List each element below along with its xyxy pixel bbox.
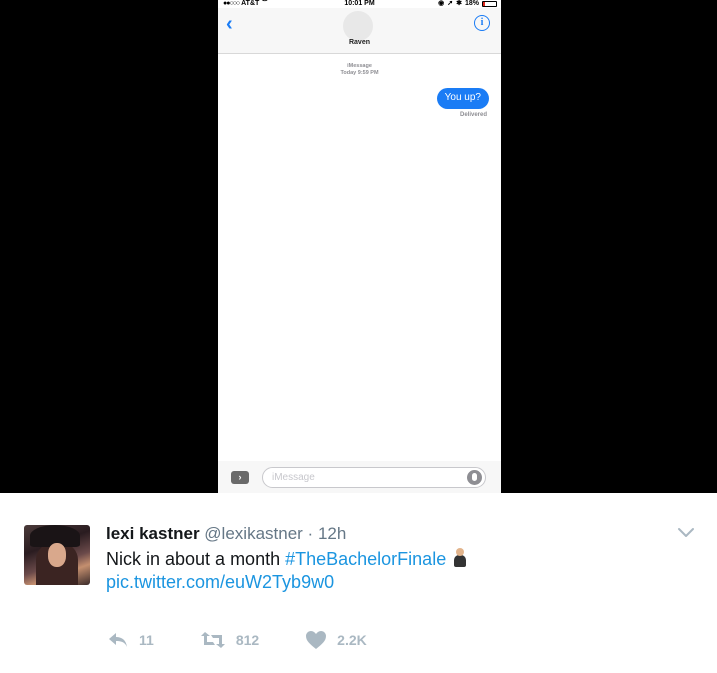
contact-name[interactable]: Raven	[218, 39, 501, 46]
status-right: ◉ ➚ ✱ 18%	[438, 0, 497, 8]
tweet-header: lexi kastner @lexikastner · 12h	[106, 523, 346, 545]
hashtag-link[interactable]: #TheBachelorFinale	[285, 549, 446, 569]
reply-count: 11	[139, 632, 154, 648]
heart-icon	[306, 631, 327, 649]
microphone-icon[interactable]	[467, 470, 482, 485]
display-name[interactable]: lexi kastner	[106, 524, 200, 543]
reply-icon	[109, 633, 127, 647]
location-icon: ➚	[447, 0, 454, 7]
avatar[interactable]	[24, 525, 90, 585]
tweet: lexi kastner @lexikastner · 12h Nick in …	[0, 493, 717, 673]
back-chevron-icon[interactable]: ‹	[226, 14, 240, 34]
retweet-icon	[200, 632, 225, 648]
man-in-suit-emoji-icon	[453, 548, 467, 568]
contact-avatar[interactable]	[343, 11, 373, 41]
retweet-button[interactable]: 812	[200, 631, 259, 649]
delivery-status: Delivered	[459, 112, 487, 118]
tweet-actions: 11 812 2.2K	[107, 629, 413, 651]
media-link[interactable]: pic.twitter.com/euW2Tyb9w0	[106, 572, 334, 592]
battery-icon	[482, 1, 497, 7]
user-handle[interactable]: @lexikastner	[204, 524, 303, 543]
battery-level	[483, 2, 486, 6]
phone-screenshot: ●●○○○ AT&T ︶ 10:01 PM ◉ ➚ ✱ 18% ‹ Raven …	[218, 0, 501, 493]
like-button[interactable]: 2.2K	[305, 630, 367, 650]
retweet-count: 812	[235, 632, 260, 648]
tweet-time[interactable]: 12h	[318, 524, 346, 543]
message-input[interactable]: iMessage	[262, 467, 486, 488]
app-drawer-button[interactable]: ›	[231, 471, 249, 484]
tweet-media[interactable]: ●●○○○ AT&T ︶ 10:01 PM ◉ ➚ ✱ 18% ‹ Raven …	[0, 0, 717, 493]
like-count: 2.2K	[337, 632, 367, 648]
service-name: iMessage	[347, 63, 372, 69]
conversation-header: ‹ Raven i	[218, 8, 501, 54]
message-thread: iMessage Today 9:59 PM You up? Delivered	[218, 54, 501, 461]
avatar-face	[48, 543, 66, 567]
info-icon[interactable]: i	[474, 15, 490, 31]
separator: ·	[307, 524, 314, 543]
alarm-icon: ◉	[438, 0, 445, 7]
thread-timestamp: iMessage Today 9:59 PM	[218, 63, 501, 77]
chevron-down-icon[interactable]	[677, 523, 695, 541]
message-placeholder: iMessage	[272, 472, 315, 483]
reply-button[interactable]: 11	[107, 631, 154, 649]
battery-percent: 18%	[464, 0, 479, 7]
tweet-text: Nick in about a month #TheBachelorFinale…	[106, 548, 686, 594]
tweet-text-body: Nick in about a month	[106, 549, 286, 569]
timestamp-text: Today 9:59 PM	[340, 70, 379, 76]
bluetooth-icon: ✱	[456, 0, 462, 7]
outgoing-message-bubble[interactable]: You up?	[436, 88, 489, 109]
message-composer: › iMessage	[218, 461, 501, 493]
